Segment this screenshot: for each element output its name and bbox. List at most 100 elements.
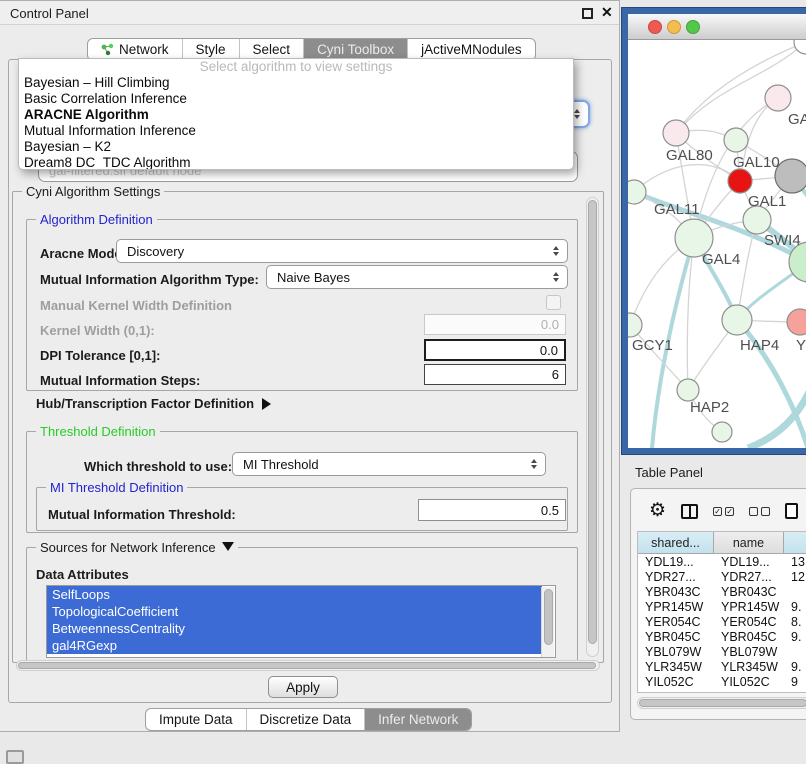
sources-title[interactable]: Sources for Network Inference (36, 540, 238, 555)
hub-definition-toggle[interactable]: Hub/Transcription Factor Definition (36, 396, 271, 411)
mi-threshold-field[interactable]: 0.5 (418, 499, 566, 521)
kernel-width-value: 0.0 (541, 317, 559, 332)
combo-spinner-icon (553, 246, 559, 256)
table-row[interactable]: YLR345WYLR345W9. (638, 659, 806, 674)
table-cell: YIL052C (638, 675, 714, 687)
table-cell: 9. (784, 660, 806, 674)
window-zoom-icon[interactable] (686, 20, 700, 34)
table-row[interactable]: YBR043CYBR043C (638, 584, 806, 599)
table-horizontal-scrollbar[interactable] (637, 697, 806, 709)
table-cell: YDL19... (638, 555, 714, 569)
tab-infer-network[interactable]: Infer Network (364, 709, 471, 730)
collapse-arrow-icon (222, 542, 234, 551)
apply-button[interactable]: Apply (268, 676, 338, 698)
table-row[interactable]: YER054CYER054C8. (638, 614, 806, 629)
columns-icon[interactable] (681, 504, 698, 519)
attribute-item[interactable]: SelfLoops (47, 586, 542, 603)
column-header[interactable]: shared... (638, 532, 714, 553)
which-threshold-value: MI Threshold (243, 457, 319, 472)
table-panel-title: Table Panel (635, 465, 703, 480)
data-attributes-list: SelfLoopsTopologicalCoefficientBetweenne… (46, 585, 556, 658)
table-cell: YPR145W (714, 600, 784, 614)
tab-network[interactable]: Network (88, 39, 182, 60)
table-cell: YBL079W (638, 645, 714, 659)
table-row[interactable]: YDR27...YDR27...12 (638, 569, 806, 584)
data-attributes-label: Data Attributes (36, 567, 129, 582)
node-label: GAL10 (733, 154, 780, 171)
threshold-definition-title: Threshold Definition (36, 424, 160, 439)
attributes-list-scrollbar[interactable] (541, 587, 554, 657)
manual-kernel-checkbox[interactable] (546, 295, 561, 310)
settings-horizontal-scrollbar[interactable] (16, 660, 600, 671)
algorithm-option[interactable]: ARACNE Algorithm (19, 107, 573, 123)
mi-steps-label: Mutual Information Steps: (40, 373, 200, 388)
hub-definition-label: Hub/Transcription Factor Definition (36, 396, 254, 411)
algorithm-option[interactable]: Bayesian – Hill Climbing (19, 75, 573, 91)
network-node[interactable] (628, 313, 642, 337)
tab-style[interactable]: Style (182, 39, 239, 60)
table-cell: YBL079W (714, 645, 784, 659)
dpi-tolerance-field[interactable]: 0.0 (424, 339, 566, 361)
table-cell: 9. (784, 630, 806, 644)
window-minimize-icon[interactable] (667, 20, 681, 34)
window-close-icon[interactable] (648, 20, 662, 34)
tab-jactivemnodules[interactable]: jActiveMNodules (407, 39, 535, 60)
close-icon[interactable]: ✕ (601, 4, 613, 21)
which-threshold-combo[interactable]: MI Threshold (232, 452, 546, 476)
tab-select[interactable]: Select (239, 39, 304, 60)
network-node[interactable] (722, 305, 752, 335)
dpi-tolerance-value: 0.0 (540, 343, 558, 358)
table-cell: 9 (784, 675, 806, 687)
network-node[interactable] (794, 40, 806, 54)
attribute-item[interactable]: TopologicalCoefficient (47, 603, 542, 620)
network-node[interactable] (724, 128, 748, 152)
table-cell: YBR045C (638, 630, 714, 644)
network-node[interactable] (765, 85, 791, 111)
column-header[interactable] (784, 532, 806, 553)
tab-discretize-data[interactable]: Discretize Data (246, 709, 365, 730)
node-label: GAL4 (702, 251, 740, 268)
table-row[interactable]: YIL052CYIL052C9 (638, 674, 806, 686)
aracne-mode-combo[interactable]: Discovery (116, 239, 568, 263)
network-node[interactable] (677, 379, 699, 401)
table-row[interactable]: YPR145WYPR145W9. (638, 599, 806, 614)
network-icon (101, 43, 114, 56)
tab-impute-data[interactable]: Impute Data (146, 709, 246, 730)
algorithm-option[interactable]: Dream8 DC_TDC Algorithm (19, 155, 573, 170)
settings-vertical-scrollbar[interactable] (586, 197, 599, 657)
algorithm-option[interactable]: Mutual Information Inference (19, 123, 573, 139)
table-cell: 9. (784, 600, 806, 614)
network-node[interactable] (743, 206, 771, 234)
algorithm-option[interactable]: Basic Correlation Inference (19, 91, 573, 107)
panel-title: Control Panel (10, 6, 89, 21)
tab-cyni-toolbox[interactable]: Cyni Toolbox (303, 39, 407, 60)
expand-arrow-icon (262, 398, 271, 410)
mi-threshold-definition-title: MI Threshold Definition (46, 480, 187, 495)
network-node[interactable] (628, 180, 646, 204)
table-row[interactable]: YDL19...YDL19...13 (638, 554, 806, 569)
network-node[interactable] (787, 309, 806, 335)
table-cell: YBR045C (714, 630, 784, 644)
table-row[interactable]: YBR045CYBR045C9. (638, 629, 806, 644)
table-cell: YBR043C (714, 585, 784, 599)
mi-steps-field[interactable]: 6 (424, 364, 566, 385)
attribute-item[interactable]: gal4RGexp (47, 637, 542, 654)
deselect-all-checkboxes-icon[interactable] (749, 507, 770, 516)
manual-kernel-label: Manual Kernel Width Definition (40, 298, 232, 313)
combo-spinner-icon (574, 109, 580, 119)
network-node[interactable] (663, 120, 689, 146)
network-canvas[interactable]: GALGAL80GAL10GAL11GAL1SWI4GAL4GCY1HAP4YH… (628, 40, 806, 448)
select-all-checkboxes-icon[interactable]: ✓✓ (713, 507, 734, 516)
gear-icon[interactable]: ⚙ (649, 501, 666, 521)
aracne-mode-label: Aracne Mode: (40, 246, 126, 261)
mi-algorithm-type-combo[interactable]: Naive Bayes (266, 265, 568, 289)
column-header[interactable]: name (714, 532, 784, 553)
network-node[interactable] (712, 422, 732, 442)
float-window-icon[interactable] (582, 8, 593, 19)
table-row[interactable]: YBL079WYBL079W (638, 644, 806, 659)
network-node[interactable] (728, 169, 752, 193)
algorithm-option[interactable]: Bayesian – K2 (19, 139, 573, 155)
network-window-titlebar[interactable] (628, 14, 806, 40)
attribute-item[interactable]: BetweennessCentrality (47, 620, 542, 637)
document-icon[interactable] (785, 503, 798, 519)
